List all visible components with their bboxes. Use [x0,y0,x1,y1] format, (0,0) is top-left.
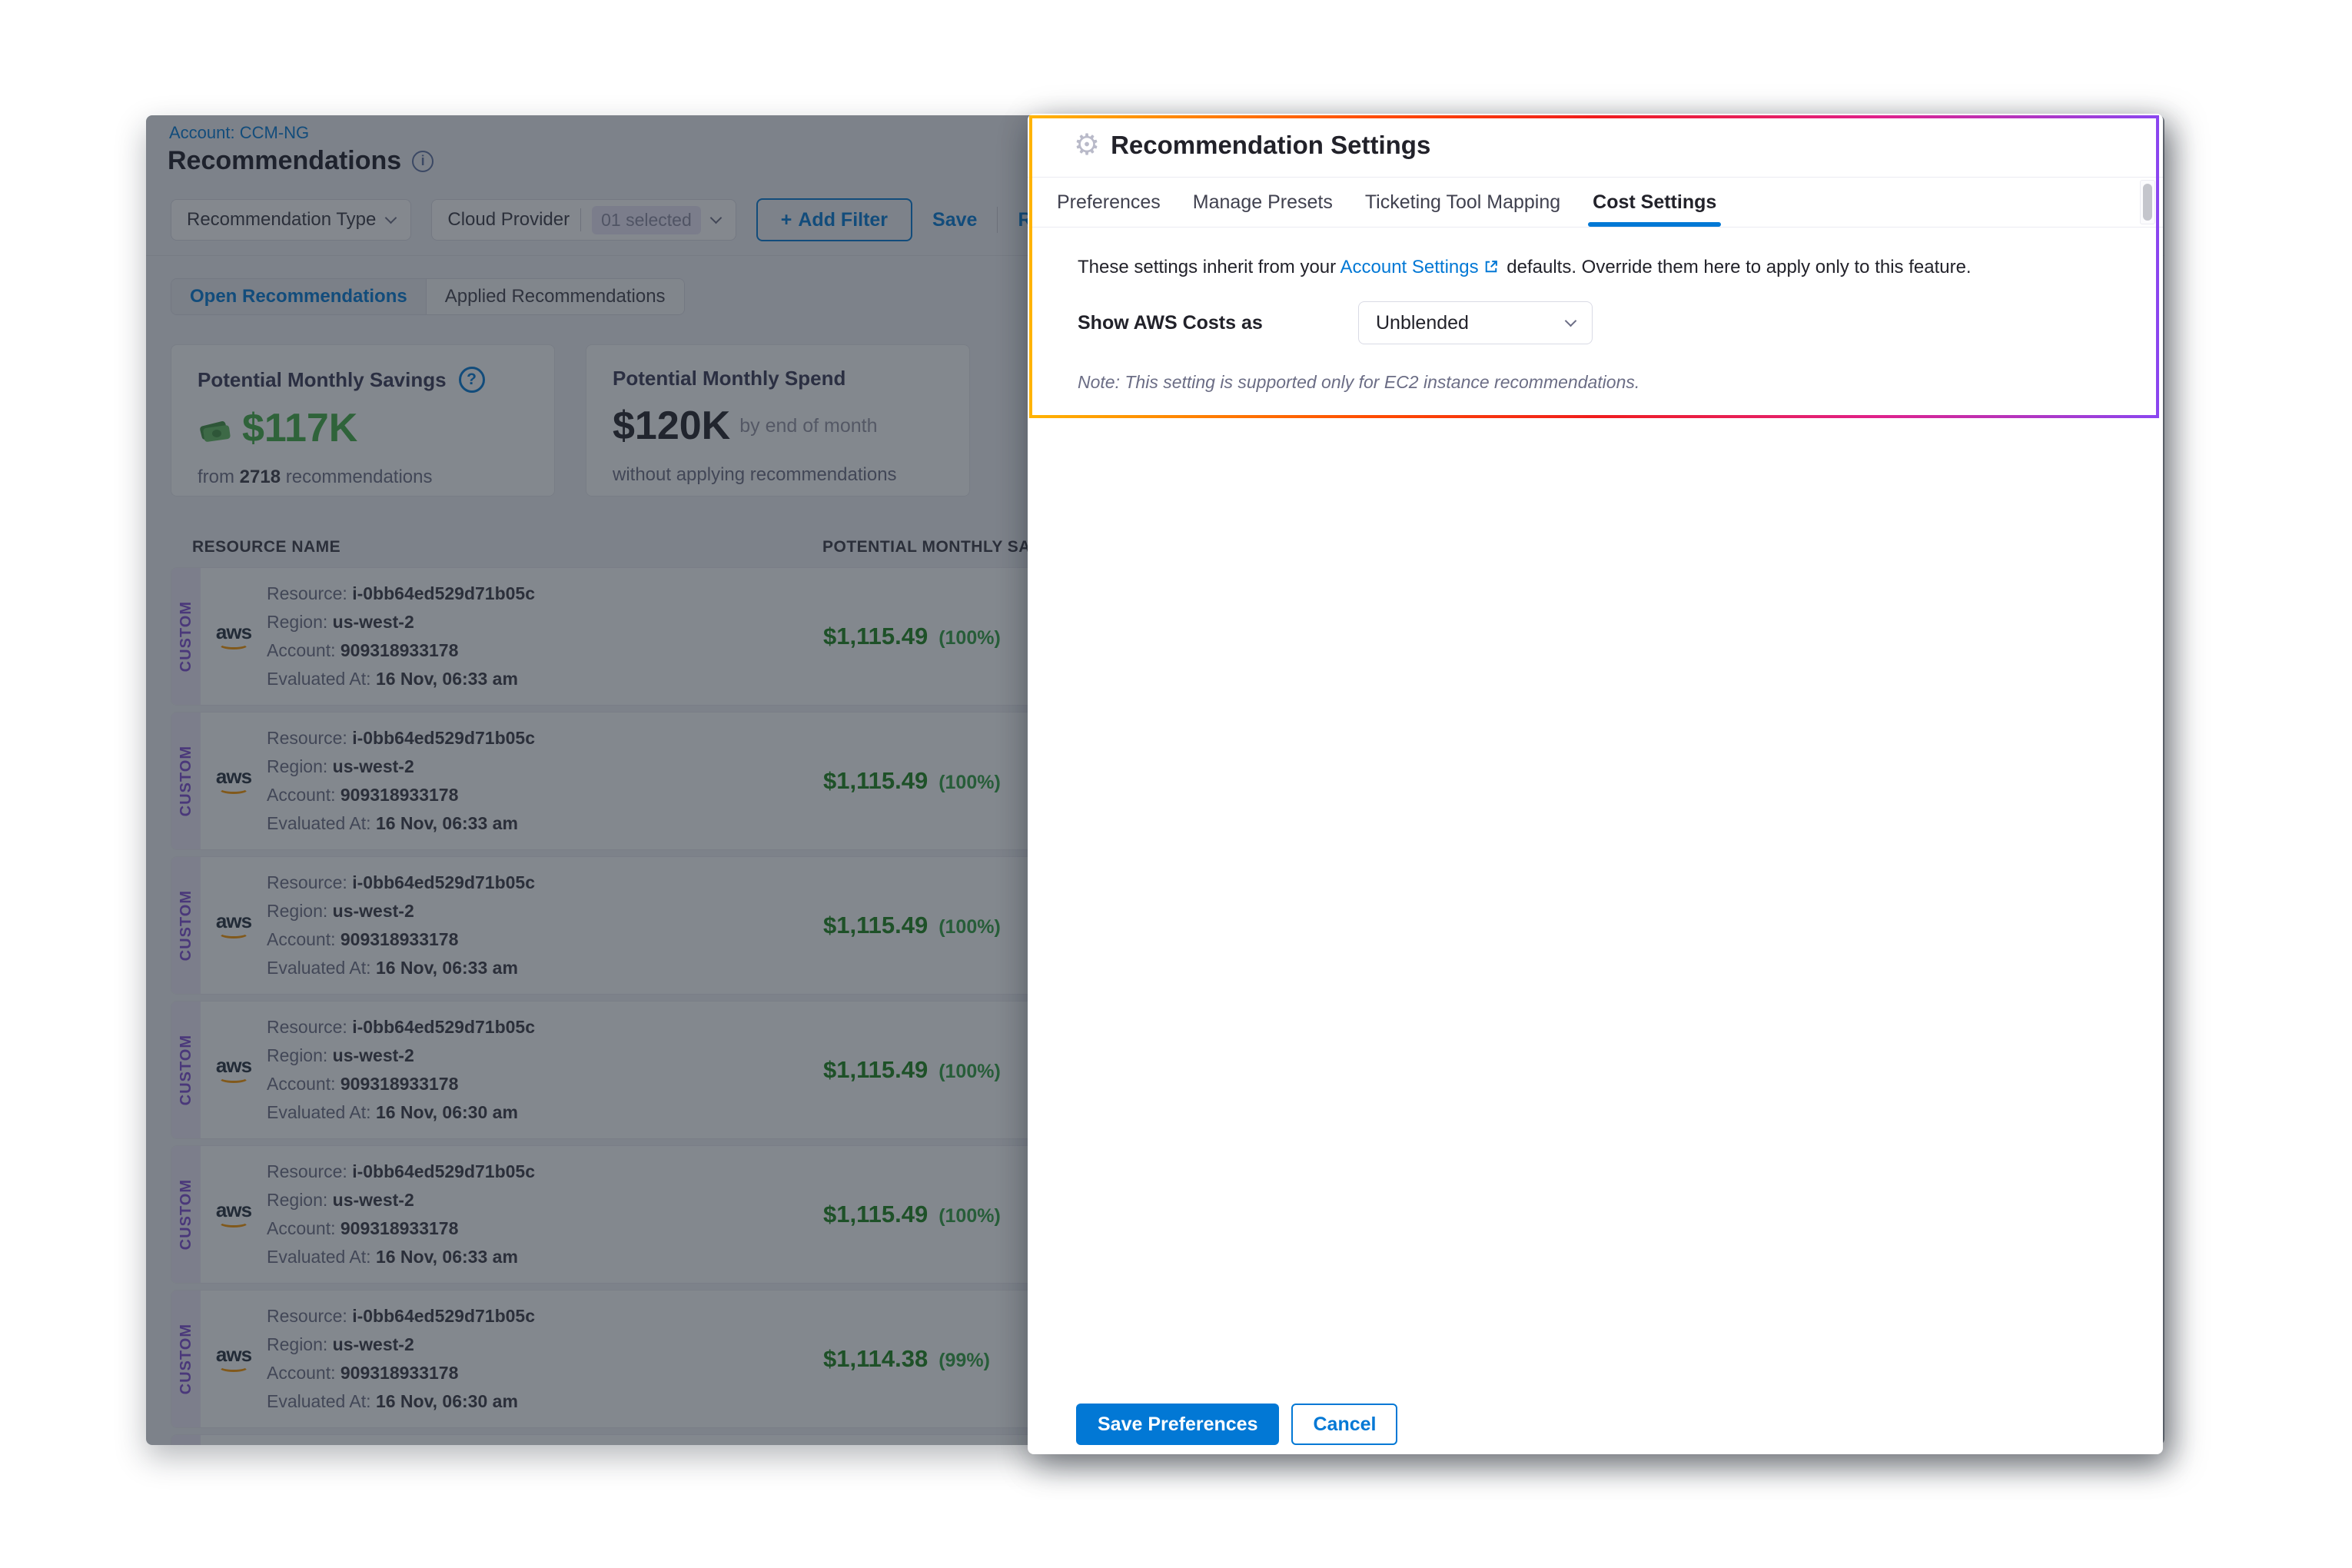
account-settings-link[interactable]: Account Settings [1340,257,1478,277]
inherit-description: These settings inherit from your Account… [1078,257,1972,280]
aws-costs-select[interactable]: Unblended [1358,301,1593,344]
recommendation-settings-drawer: ⚙ Recommendation Settings Preferences Ma… [1028,114,2163,1454]
gear-icon: ⚙ [1074,131,1100,160]
drawer-header: ⚙ Recommendation Settings [1074,131,1430,160]
settings-tabstrip: Preferences Manage Presets Ticketing Too… [1028,177,2163,228]
tab-manage-presets[interactable]: Manage Presets [1193,178,1333,227]
drawer-title: Recommendation Settings [1111,131,1430,160]
save-preferences-button[interactable]: Save Preferences [1076,1404,1279,1445]
drawer-footer: Save Preferences Cancel [1076,1404,1397,1445]
scrollbar-thumb[interactable] [2143,184,2152,221]
screenshot-canvas: Account: CCM-NG Recommendations i Recomm… [0,0,2352,1568]
aws-costs-label: Show AWS Costs as [1078,312,1358,334]
scrollbar[interactable] [2140,180,2155,224]
cancel-button[interactable]: Cancel [1291,1404,1397,1445]
chevron-down-icon [1565,314,1577,327]
external-link-icon [1483,258,1499,280]
tab-cost-settings[interactable]: Cost Settings [1593,178,1716,227]
aws-costs-selected-value: Unblended [1376,312,1469,334]
tab-preferences[interactable]: Preferences [1057,178,1161,227]
ec2-note: Note: This setting is supported only for… [1078,372,1639,393]
tab-ticketing-tool-mapping[interactable]: Ticketing Tool Mapping [1365,178,1560,227]
aws-costs-field: Show AWS Costs as Unblended [1078,301,2108,344]
